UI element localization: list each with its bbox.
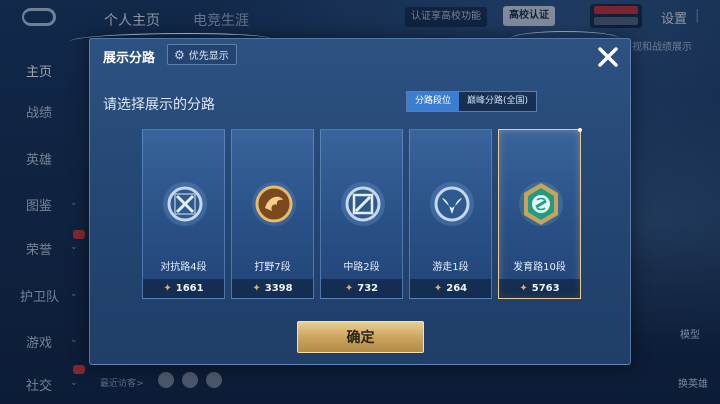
dialog-subtitle: 请选择展示的分路 [103,97,215,113]
tab-lane-rank[interactable]: 分路段位 [407,92,460,111]
close-icon [598,47,618,67]
lane-score: ✦ 264 [410,279,491,298]
lane-rank-label: 对抗路4段 [160,262,207,273]
lane-card-selected[interactable]: 发育路10段 ✦ 5763 [498,128,582,299]
lane-score: ✦ 732 [321,279,402,298]
lane-rank-label: 中路2段 [343,262,380,273]
dialog-header: 展示分路 ⚙ 优先显示 [70,31,630,72]
lane-score: ✦ 5763 [499,279,580,298]
mid-lane-emblem-icon [341,182,385,226]
gear-icon: ⚙ [174,47,185,62]
lane-card[interactable]: 对抗路4段 ✦ 1661 [142,129,225,299]
points-icon: ✦ [252,283,261,294]
lane-card[interactable]: 打野7段 ✦ 3398 [231,129,314,299]
ranking-mode-toggle: 分路段位 巅峰分路(全国) [406,91,538,112]
priority-display-button[interactable]: ⚙ 优先显示 [167,44,237,65]
lane-score-value: 5763 [531,283,560,294]
points-icon: ✦ [163,283,172,294]
lane-rank-label: 发育路10段 [513,262,566,273]
lane-score-value: 264 [446,283,468,294]
lane-card[interactable]: 游走1段 ✦ 264 [409,129,492,299]
lane-rank-label: 打野7段 [254,262,291,273]
points-icon: ✦ [433,283,443,294]
dialog-title: 展示分路 [103,51,156,66]
lane-rank-label: 游走1段 [432,262,469,273]
lane-score-value: 1661 [175,283,204,294]
lane-card[interactable]: 中路2段 ✦ 732 [320,129,403,299]
roam-emblem-icon [430,182,474,226]
points-icon: ✦ [344,283,354,294]
confirm-button[interactable]: 确定 [297,321,424,353]
lane-display-dialog: 展示分路 ⚙ 优先显示 请选择展示的分路 分路段位 巅峰分路(全国) 对抗路4段 [70,31,631,365]
lane-score-value: 732 [357,283,379,294]
jungle-emblem-icon [252,182,296,226]
clash-lane-emblem-icon [163,182,207,226]
close-button[interactable] [593,42,623,72]
selected-corner-marker [578,128,582,132]
lane-score: ✦ 1661 [143,279,224,298]
points-icon: ✦ [519,283,528,294]
priority-display-label: 优先显示 [188,51,229,62]
farm-lane-emblem-icon [519,182,563,226]
tab-peak-lane-national[interactable]: 巅峰分路(全国) [459,92,537,111]
lane-score: ✦ 3398 [232,279,313,298]
lane-score-value: 3398 [264,283,293,294]
